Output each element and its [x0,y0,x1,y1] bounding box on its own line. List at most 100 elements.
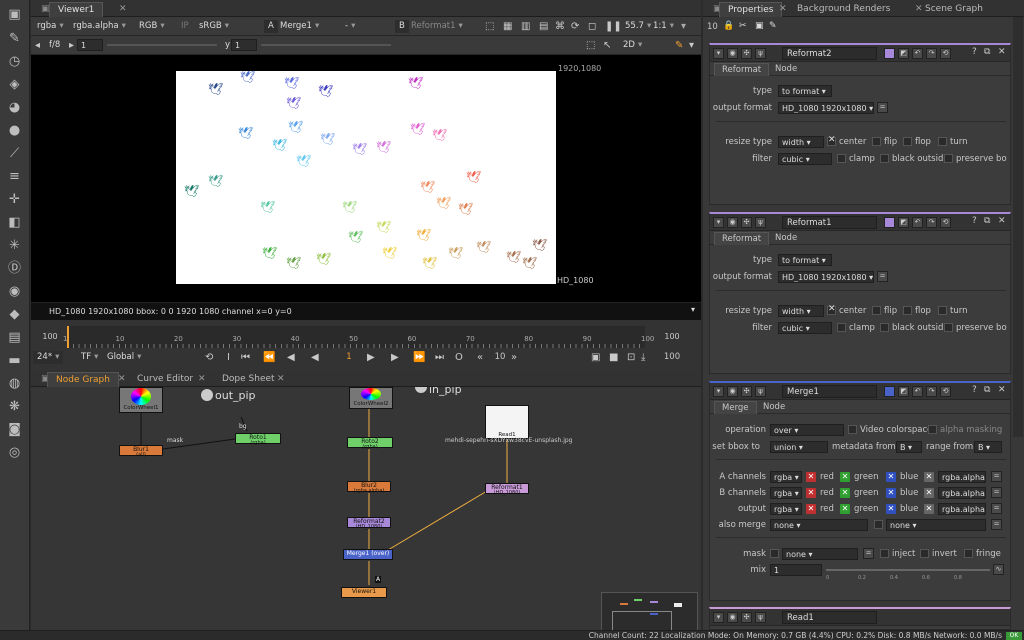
float-icon[interactable]: ▣ [755,21,764,31]
reformat1-node[interactable]: Reformat1 (HD_1080) [485,483,529,496]
time-icon[interactable]: ◷ [6,53,23,70]
b-green-checkbox[interactable]: ✕ [840,488,850,498]
colorwheel1-node[interactable]: ColorWheel1 [119,387,163,413]
gizmo-icon[interactable]: ✣ [741,612,752,623]
out-pip-dot[interactable] [201,389,213,401]
also-merge-dropdown[interactable]: none ▾ [770,519,868,531]
a-link-button[interactable]: = [991,471,1002,482]
help-icon[interactable]: ? [972,385,977,395]
lock-icon[interactable]: ⊡ [627,352,635,364]
invert-checkbox[interactable] [920,549,929,558]
fstop-label[interactable]: f/8 [45,39,64,52]
checker-icon[interactable]: ⌘ [555,21,565,33]
viewer-menu-icon[interactable]: ▾ [681,21,686,33]
merge-icon[interactable]: ≡ [6,168,23,185]
font-color-icon[interactable]: ◩ [898,217,909,228]
video-colorspace-checkbox[interactable] [848,425,857,434]
node-icon[interactable]: ◉ [727,48,738,59]
clear-panels-icon[interactable]: ✂ [739,21,747,31]
end-frame-field[interactable]: 100 [657,351,687,364]
gamma-field[interactable]: 1 [231,39,257,51]
b-red-checkbox[interactable]: ✕ [806,488,816,498]
roi-select-icon[interactable]: ⬚ [586,40,595,52]
tool-icon[interactable]: ψ [755,48,766,59]
tab-node[interactable]: Node [768,232,804,245]
alpha-masking-checkbox[interactable] [928,425,937,434]
node-color-icon[interactable] [884,217,895,228]
info-menu-icon[interactable]: ▾ [691,305,695,314]
compare-dropdown[interactable]: - ▾ [341,20,385,33]
ratio-dropdown[interactable]: 1:1 ▾ [649,20,678,33]
gain-step-icon[interactable]: ▸ [69,40,74,52]
close-panel-icon[interactable]: ✕ [998,216,1006,226]
roto2-node[interactable]: Roto2 (rgba) [347,437,393,450]
skip-back-icon[interactable]: « [477,352,483,364]
collapse-icon[interactable]: ▾ [713,217,724,228]
gizmo-icon[interactable]: ✣ [741,48,752,59]
deep-icon[interactable]: Ⓓ [6,260,23,277]
display-dropdown[interactable]: RGB ▾ [135,20,169,33]
mix-slider[interactable]: 0 0.2 0.4 0.6 0.8 [826,569,990,581]
colorwheel2-node[interactable]: ColorWheel2 [349,387,393,409]
particles-icon[interactable]: ✳ [6,237,23,254]
turn-checkbox[interactable] [938,137,947,146]
preserve-checkbox[interactable] [944,323,953,332]
gain-field[interactable]: 1 [77,39,103,51]
tab-node[interactable]: Node [756,401,792,414]
node-icon[interactable]: ◉ [727,612,738,623]
ocula-icon[interactable]: ❋ [6,398,23,415]
flop-checkbox[interactable] [903,137,912,146]
colorspace-dropdown[interactable]: sRGB ▾ [195,20,233,33]
viewer1-node[interactable]: Viewer1 [341,587,387,598]
refresh-icon[interactable]: ⟳ [571,21,579,33]
a-red-checkbox[interactable]: ✕ [806,472,816,482]
merge1-node[interactable]: Merge1 (over) [343,549,393,560]
help-icon[interactable]: ? [972,47,977,57]
step-back-icon[interactable]: ◀ [287,352,295,364]
close-panel-icon[interactable]: ✕ [998,47,1006,57]
type-dropdown[interactable]: to format ▾ [778,85,832,97]
resize-type-dropdown[interactable]: width ▾ [778,305,824,317]
tf-dropdown[interactable]: TF ▾ [77,351,102,364]
preserve-checkbox[interactable] [944,154,953,163]
timeline-bar[interactable]: 1 10 20 30 40 50 60 70 80 90 100 [63,326,654,348]
gizmo-icon[interactable]: ◎ [6,444,23,461]
a-green-checkbox[interactable]: ✕ [840,472,850,482]
flipbook-icon[interactable]: ▣ [591,352,600,364]
b-input-dropdown[interactable]: Reformat1 ▾ [407,20,469,33]
node-graph[interactable]: ColorWheel1 ColorWheel2 out_pip in_pip B… [31,387,701,640]
float-panel-icon[interactable]: ⧉ [984,385,990,395]
pointer-icon[interactable]: ↖ [603,40,611,52]
tab-viewer1[interactable]: Viewer1 [49,2,104,17]
loop-icon[interactable]: ⟲ [205,352,213,364]
revert-icon[interactable]: ⟲ [940,386,951,397]
last-frame-icon[interactable]: ⏭ [435,352,444,364]
format-edit-button[interactable]: = [877,102,888,113]
tab-node[interactable]: Node [768,63,804,76]
collapse-icon[interactable]: ▾ [713,386,724,397]
ds-close-icon[interactable]: ✕ [269,372,293,387]
mask-checkbox[interactable] [770,549,779,558]
play-icon[interactable]: ▶ [367,352,375,364]
transform-icon[interactable]: ✛ [6,191,23,208]
revert-icon[interactable]: ⟲ [940,48,951,59]
metadata-dropdown[interactable]: B ▾ [896,441,922,453]
3d-icon[interactable]: ◧ [6,214,23,231]
black-outside-checkbox[interactable] [880,154,889,163]
out-red-checkbox[interactable]: ✕ [806,504,816,514]
plugin-icon[interactable]: ◙ [6,421,23,438]
operation-dropdown[interactable]: over ▾ [770,424,844,436]
roi-icon[interactable]: ⬚ [485,21,494,33]
overlay-icon[interactable]: ▤ [539,21,548,33]
paint-icon[interactable]: ✎ [675,40,683,52]
mix-curve-icon[interactable]: ∿ [993,564,1004,575]
type-dropdown[interactable]: to format ▾ [778,254,832,266]
timeline-end[interactable]: 100 [657,330,687,344]
filter-dropdown[interactable]: cubic ▾ [778,322,832,334]
tab-merge[interactable]: Merge [714,401,757,414]
node-color-icon[interactable] [884,48,895,59]
ce-close-icon[interactable]: ✕ [190,372,214,387]
frame-icon[interactable]: ◻ [588,21,596,33]
collapse-icon[interactable]: ▾ [713,612,724,623]
redo-icon[interactable]: ↷ [926,48,937,59]
